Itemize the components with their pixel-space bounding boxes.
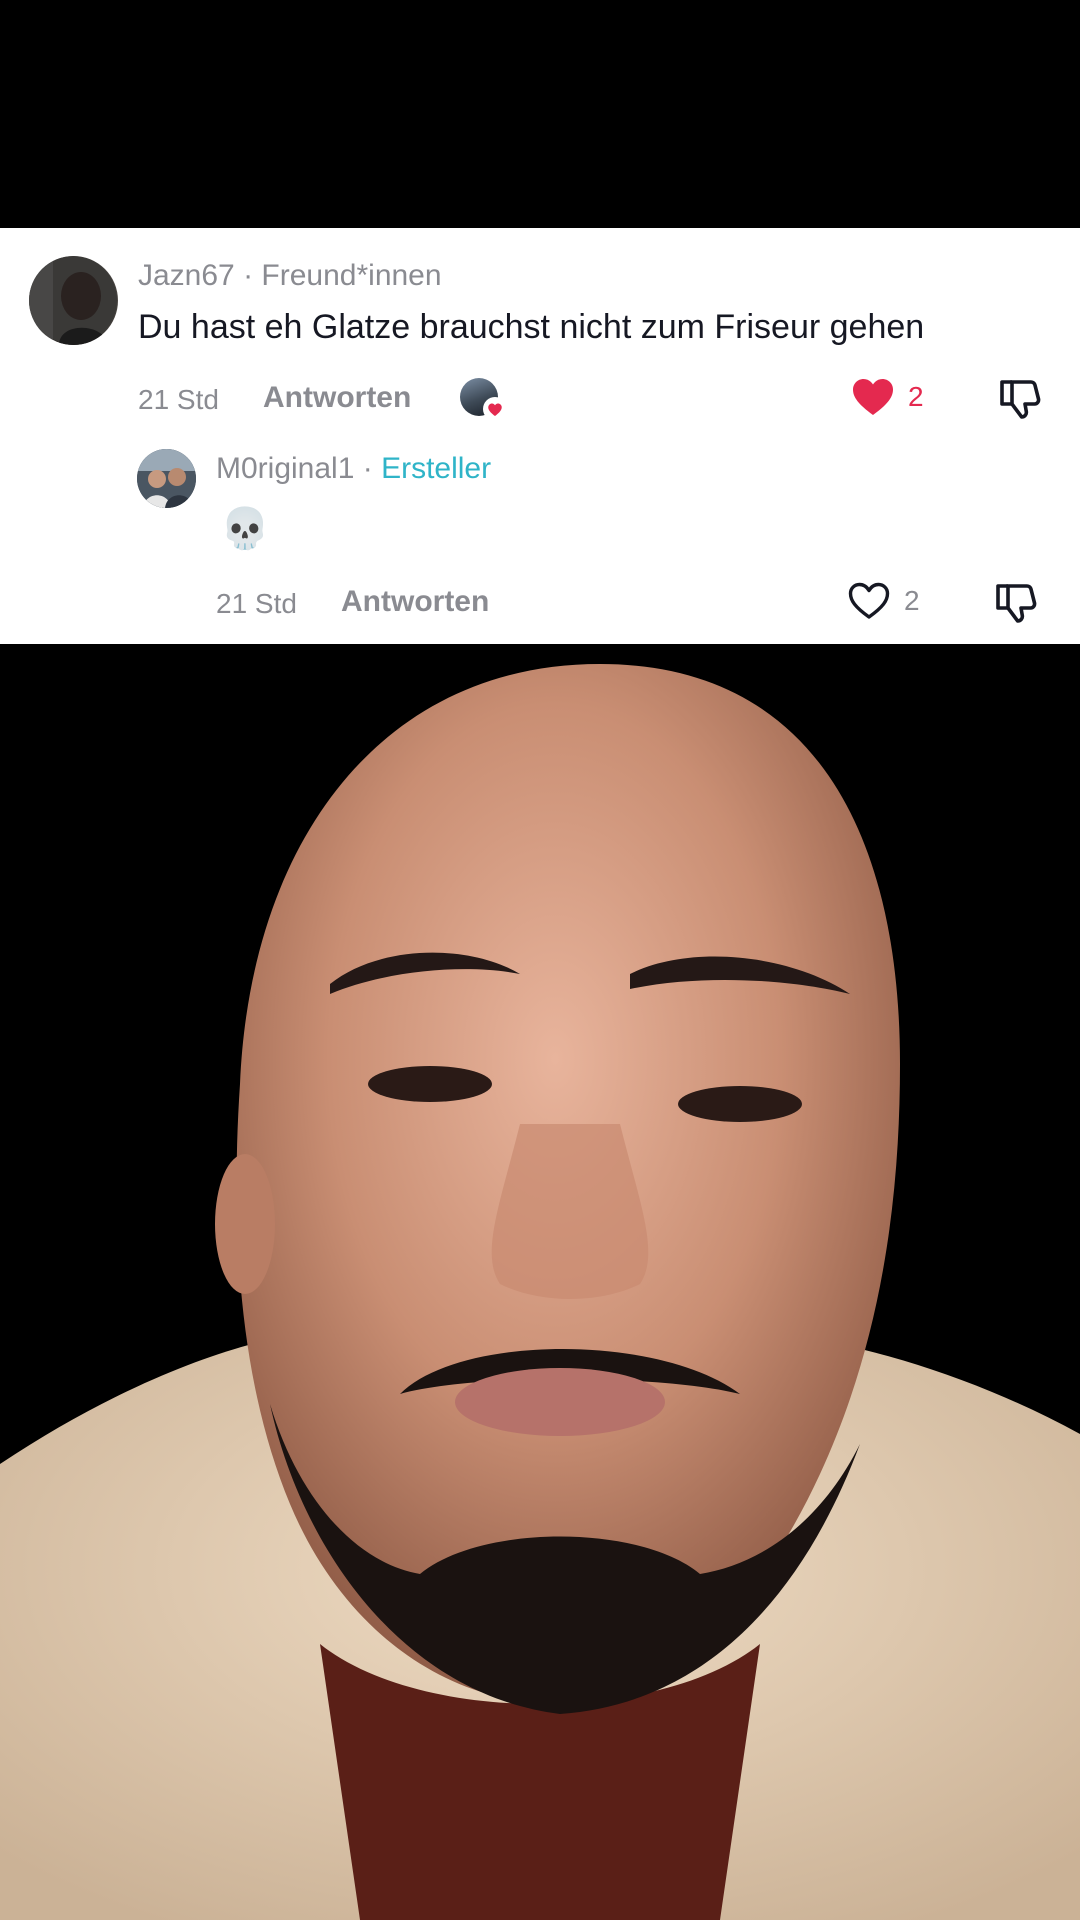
meta-separator: · bbox=[354, 452, 382, 485]
video-player[interactable] bbox=[0, 644, 1080, 1920]
heart-filled-icon bbox=[853, 379, 893, 415]
like-button[interactable]: 2 bbox=[852, 378, 924, 416]
screen: Jazn67 · Freund*innen Du hast eh Glatze … bbox=[0, 0, 1080, 1920]
reply-button[interactable]: Antworten bbox=[263, 381, 411, 415]
comment-timestamp: 21 Std bbox=[138, 384, 219, 415]
friend-label: Freund*innen bbox=[261, 259, 442, 292]
reply-like-count: 2 bbox=[904, 585, 920, 616]
video-frame bbox=[0, 644, 1080, 1920]
reply-timestamp: 21 Std bbox=[216, 588, 297, 619]
reply-author-avatar[interactable] bbox=[137, 449, 196, 508]
thumbs-down-icon[interactable] bbox=[998, 377, 1042, 421]
reply-text: 💀 bbox=[220, 507, 270, 551]
thumbs-down-icon[interactable] bbox=[994, 581, 1038, 625]
creator-badge: Ersteller bbox=[381, 452, 492, 485]
creator-liked-indicator bbox=[460, 378, 508, 422]
reply-reply-button[interactable]: Antworten bbox=[341, 585, 489, 619]
creator-heart-icon bbox=[483, 397, 507, 421]
reply-username[interactable]: M0riginal1 bbox=[216, 452, 354, 485]
comment-text: Du hast eh Glatze brauchst nicht zum Fri… bbox=[138, 308, 925, 346]
comment-meta: Jazn67 · Freund*innen bbox=[138, 259, 442, 293]
meta-separator: · bbox=[234, 259, 262, 292]
commenter-avatar[interactable] bbox=[29, 256, 118, 345]
heart-outline-icon bbox=[848, 582, 890, 619]
reply-like-button[interactable]: 2 bbox=[848, 582, 920, 620]
comment-username[interactable]: Jazn67 bbox=[138, 259, 235, 292]
reply-meta: M0riginal1 · Ersteller bbox=[216, 452, 491, 486]
like-count: 2 bbox=[908, 381, 924, 412]
